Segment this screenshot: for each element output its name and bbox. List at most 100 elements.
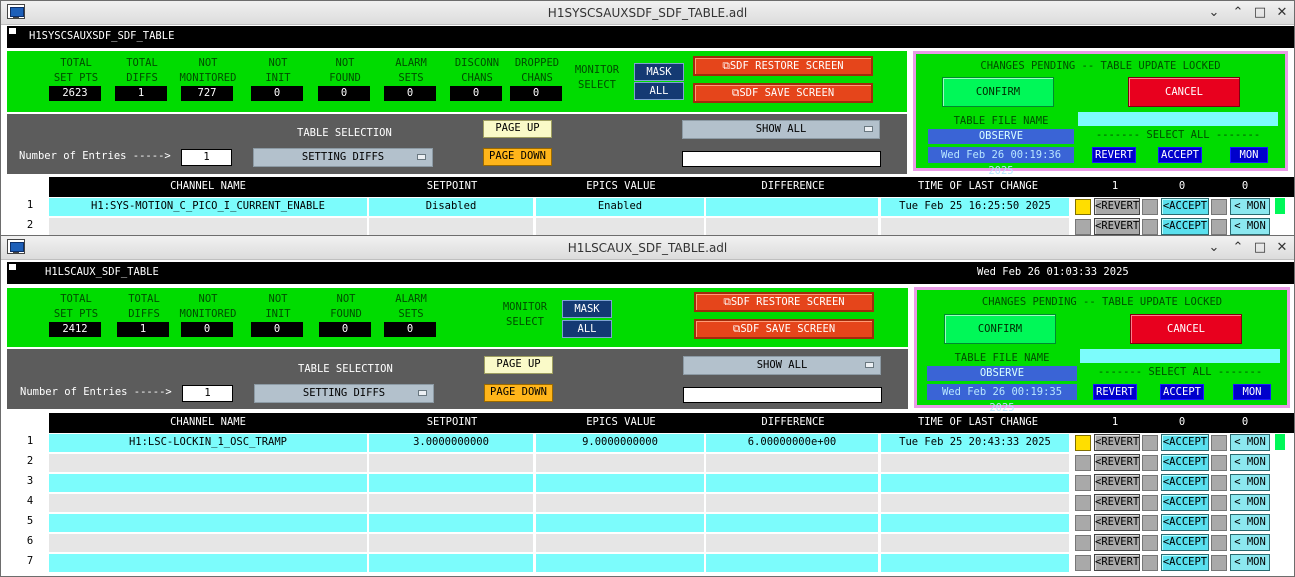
row-revert-button[interactable]: <REVERT: [1094, 474, 1140, 491]
search-field[interactable]: [683, 387, 882, 403]
row-mon-checkbox[interactable]: [1211, 475, 1227, 491]
page-down-button[interactable]: PAGE DOWN: [483, 148, 552, 166]
select-all-mon-button[interactable]: MON: [1230, 147, 1268, 163]
row-mon-checkbox[interactable]: [1211, 535, 1227, 551]
table-selection-menu[interactable]: SETTING DIFFS: [253, 148, 433, 167]
close-icon[interactable]: ✕: [1273, 4, 1291, 22]
row-select-checkbox[interactable]: [1075, 455, 1091, 471]
row-revert-button[interactable]: <REVERT: [1094, 218, 1140, 235]
page-down-button[interactable]: PAGE DOWN: [484, 384, 553, 402]
all-button[interactable]: ALL: [562, 320, 612, 338]
stat-label-line2: DIFFS: [128, 308, 160, 320]
sdf-restore-screen-button[interactable]: ⧉SDF RESTORE SCREEN: [694, 292, 874, 312]
row-mon-button[interactable]: < MON: [1230, 454, 1270, 471]
sdf-restore-screen-button[interactable]: ⧉SDF RESTORE SCREEN: [693, 56, 873, 76]
stat-label-line1: NOT: [198, 57, 218, 69]
sdf-save-screen-button[interactable]: ⧉SDF SAVE SCREEN: [693, 83, 873, 103]
sdf-save-screen-button[interactable]: ⧉SDF SAVE SCREEN: [694, 319, 874, 339]
cell-channel: [49, 454, 367, 472]
maximize-icon[interactable]: □: [1251, 4, 1269, 22]
row-mon-button[interactable]: < MON: [1230, 198, 1270, 215]
select-all-accept-button[interactable]: ACCEPT: [1160, 384, 1204, 400]
row-mon-checkbox[interactable]: [1211, 515, 1227, 531]
row-accept-button[interactable]: <ACCEPT: [1161, 454, 1209, 471]
row-accept-button[interactable]: <ACCEPT: [1161, 514, 1209, 531]
row-accept-checkbox[interactable]: [1142, 199, 1158, 215]
row-revert-button[interactable]: <REVERT: [1094, 514, 1140, 531]
cancel-button[interactable]: CANCEL: [1128, 77, 1240, 107]
row-select-checkbox[interactable]: [1075, 515, 1091, 531]
row-mon-button[interactable]: < MON: [1230, 514, 1270, 531]
row-select-checkbox[interactable]: [1075, 555, 1091, 571]
row-accept-checkbox[interactable]: [1142, 435, 1158, 451]
row-accept-checkbox[interactable]: [1142, 455, 1158, 471]
row-select-checkbox[interactable]: [1075, 495, 1091, 511]
show-all-menu[interactable]: SHOW ALL: [682, 120, 880, 139]
row-accept-checkbox[interactable]: [1142, 495, 1158, 511]
minimize-icon-2[interactable]: ⌃: [1229, 239, 1247, 257]
row-mon-button[interactable]: < MON: [1230, 494, 1270, 511]
row-revert-button[interactable]: <REVERT: [1094, 494, 1140, 511]
row-mon-button[interactable]: < MON: [1230, 434, 1270, 451]
header-channel: CHANNEL NAME: [170, 180, 246, 192]
row-accept-checkbox[interactable]: [1142, 475, 1158, 491]
row-select-checkbox[interactable]: [1075, 475, 1091, 491]
row-mon-checkbox[interactable]: [1211, 495, 1227, 511]
mask-button[interactable]: MASK: [562, 300, 612, 318]
row-mon-checkbox[interactable]: [1211, 455, 1227, 471]
row-select-checkbox[interactable]: [1075, 535, 1091, 551]
minimize-icon-2[interactable]: ⌃: [1229, 4, 1247, 22]
table-selection-menu[interactable]: SETTING DIFFS: [254, 384, 434, 403]
row-revert-button[interactable]: <REVERT: [1094, 534, 1140, 551]
all-button[interactable]: ALL: [634, 82, 684, 100]
row-accept-checkbox[interactable]: [1142, 515, 1158, 531]
row-accept-button[interactable]: <ACCEPT: [1161, 434, 1209, 451]
close-icon[interactable]: ✕: [1273, 239, 1291, 257]
maximize-icon[interactable]: □: [1251, 239, 1269, 257]
mask-button[interactable]: MASK: [634, 63, 684, 81]
select-all-mon-button[interactable]: MON: [1233, 384, 1271, 400]
stat-label-line2: SETS: [398, 308, 424, 320]
row-mon-button[interactable]: < MON: [1230, 218, 1270, 235]
row-mon-checkbox[interactable]: [1211, 219, 1227, 235]
row-revert-button[interactable]: <REVERT: [1094, 434, 1140, 451]
window-titlebar[interactable]: H1LSCAUX_SDF_TABLE.adl ⌄ ⌃ □ ✕: [1, 236, 1294, 260]
row-revert-button[interactable]: <REVERT: [1094, 454, 1140, 471]
select-all-revert-button[interactable]: REVERT: [1092, 147, 1136, 163]
row-accept-button[interactable]: <ACCEPT: [1161, 198, 1209, 215]
show-all-menu[interactable]: SHOW ALL: [683, 356, 881, 375]
table-selection-label: TABLE SELECTION: [297, 127, 392, 139]
row-accept-button[interactable]: <ACCEPT: [1161, 534, 1209, 551]
minimize-icon[interactable]: ⌄: [1205, 239, 1223, 257]
row-accept-button[interactable]: <ACCEPT: [1161, 554, 1209, 571]
row-accept-checkbox[interactable]: [1142, 555, 1158, 571]
row-mon-checkbox[interactable]: [1211, 199, 1227, 215]
row-accept-button[interactable]: <ACCEPT: [1161, 494, 1209, 511]
row-accept-checkbox[interactable]: [1142, 535, 1158, 551]
select-all-accept-button[interactable]: ACCEPT: [1158, 147, 1202, 163]
row-mon-button[interactable]: < MON: [1230, 474, 1270, 491]
row-mon-checkbox[interactable]: [1211, 555, 1227, 571]
cancel-button[interactable]: CANCEL: [1130, 314, 1242, 344]
cell-epics: [536, 534, 704, 552]
search-field[interactable]: [682, 151, 881, 167]
row-select-checkbox[interactable]: [1075, 435, 1091, 451]
row-select-checkbox[interactable]: [1075, 219, 1091, 235]
window-titlebar[interactable]: H1SYSCSAUXSDF_SDF_TABLE.adl ⌄ ⌃ □ ✕: [1, 1, 1294, 25]
minimize-icon[interactable]: ⌄: [1205, 4, 1223, 22]
row-select-checkbox[interactable]: [1075, 199, 1091, 215]
confirm-button[interactable]: CONFIRM: [944, 314, 1056, 344]
header-setpoint: SETPOINT: [426, 180, 478, 192]
row-accept-button[interactable]: <ACCEPT: [1161, 218, 1209, 235]
page-up-button[interactable]: PAGE UP: [483, 120, 552, 138]
row-mon-button[interactable]: < MON: [1230, 534, 1270, 551]
page-up-button[interactable]: PAGE UP: [484, 356, 553, 374]
row-accept-checkbox[interactable]: [1142, 219, 1158, 235]
row-mon-button[interactable]: < MON: [1230, 554, 1270, 571]
row-mon-checkbox[interactable]: [1211, 435, 1227, 451]
row-accept-button[interactable]: <ACCEPT: [1161, 474, 1209, 491]
confirm-button[interactable]: CONFIRM: [942, 77, 1054, 107]
row-revert-button[interactable]: <REVERT: [1094, 198, 1140, 215]
select-all-revert-button[interactable]: REVERT: [1093, 384, 1137, 400]
row-revert-button[interactable]: <REVERT: [1094, 554, 1140, 571]
